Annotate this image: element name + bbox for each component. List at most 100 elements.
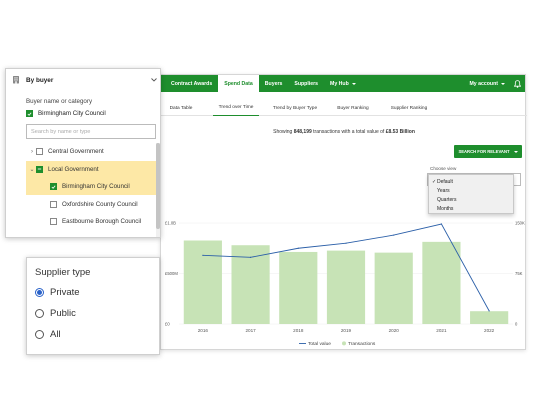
chevron-down-icon bbox=[351, 82, 356, 85]
legend-label-transactions: Transactions bbox=[348, 341, 376, 347]
tab-trend-by-buyer-type[interactable]: Trend by Buyer Type bbox=[267, 100, 323, 116]
tab-supplier-ranking[interactable]: Supplier Ranking bbox=[385, 100, 433, 116]
search-for-relevant-button[interactable]: SEARCH FOR RELEVANT bbox=[454, 145, 522, 158]
checkbox-icon[interactable] bbox=[50, 200, 57, 208]
bar-transactions-2021 bbox=[422, 241, 461, 324]
x-tick-label: 2017 bbox=[245, 328, 256, 333]
y-right-tick-label: 0 bbox=[515, 322, 518, 327]
selected-buyer-chip[interactable]: Birmingham City Council bbox=[26, 110, 106, 117]
x-tick-label: 2020 bbox=[389, 328, 400, 333]
bar-transactions-2018 bbox=[279, 251, 318, 324]
buyer-tree-label: Local Government bbox=[48, 165, 99, 173]
buyer-search-input[interactable]: Search by name or type bbox=[26, 124, 156, 139]
x-tick-label: 2022 bbox=[484, 328, 495, 333]
supplier-type-panel: Supplier type Private Public All bbox=[26, 257, 160, 355]
top-navigation: Contract Awards Spend Data Buyers Suppli… bbox=[161, 75, 525, 92]
buyer-tree-label: Oxfordshire County Council bbox=[62, 200, 138, 208]
results-summary: Showing 848,199 transactions with a tota… bbox=[161, 129, 527, 135]
bell-icon[interactable] bbox=[511, 75, 523, 92]
chevron-down-icon bbox=[501, 82, 505, 85]
checkbox-icon[interactable] bbox=[36, 148, 43, 155]
buyer-filter-panel: By buyer Buyer name or category Birmingh… bbox=[5, 68, 161, 238]
supplier-option-public[interactable]: Public bbox=[35, 308, 76, 319]
bar-transactions-2022 bbox=[470, 311, 509, 324]
summary-middle: transactions with a total value of bbox=[311, 129, 386, 135]
view-option-months[interactable]: Months bbox=[429, 204, 513, 213]
nav-my-hub-label: My Hub bbox=[330, 80, 349, 87]
checkbox-partial-icon[interactable] bbox=[36, 165, 43, 173]
view-option-default[interactable]: ✓ Default bbox=[429, 177, 513, 186]
supplier-option-label: Private bbox=[50, 287, 80, 298]
point-total-value-2022 bbox=[488, 310, 490, 312]
expand-toggle-icon[interactable]: › bbox=[28, 149, 36, 155]
radio-selected-icon bbox=[35, 288, 44, 297]
view-option-label: Default bbox=[437, 178, 453, 185]
y-left-tick-label: £1.0B bbox=[165, 221, 176, 226]
nav-contract-awards[interactable]: Contract Awards bbox=[165, 75, 218, 92]
supplier-option-private[interactable]: Private bbox=[35, 287, 80, 298]
chevron-down-icon bbox=[513, 150, 518, 153]
buyer-tree-label: Birmingham City Council bbox=[62, 183, 130, 190]
buyer-tree-item[interactable]: Eastbourne Borough Council bbox=[26, 213, 156, 230]
legend-swatch-transactions bbox=[342, 341, 346, 346]
bar-transactions-2016 bbox=[183, 240, 222, 324]
transaction-count: 848,199 bbox=[293, 129, 312, 135]
buyer-tree-label: Eastbourne Borough Council bbox=[62, 218, 142, 225]
tab-trend-over-time[interactable]: Trend over Time bbox=[213, 100, 259, 116]
y-right-tick-label: 150K bbox=[515, 221, 525, 226]
radio-icon bbox=[35, 330, 44, 339]
buyer-tree-item[interactable]: › Central Government bbox=[26, 143, 156, 160]
x-tick-label: 2019 bbox=[341, 328, 352, 333]
view-option-quarters[interactable]: Quarters bbox=[429, 195, 513, 204]
checkbox-checked-icon[interactable] bbox=[50, 183, 57, 190]
x-tick-label: 2016 bbox=[198, 328, 209, 333]
buyer-filter-header[interactable]: By buyer bbox=[6, 69, 160, 91]
point-total-value-2018 bbox=[297, 247, 299, 249]
nav-buyers[interactable]: Buyers bbox=[259, 75, 289, 92]
nav-spend-data[interactable]: Spend Data bbox=[218, 75, 259, 92]
screenshot-stage: Contract Awards Spend Data Buyers Suppli… bbox=[0, 0, 537, 402]
supplier-option-all[interactable]: All bbox=[35, 329, 61, 340]
buyer-tree-item[interactable]: ⌄ Local Government bbox=[26, 160, 156, 178]
total-value: £8.53 Billion bbox=[385, 129, 415, 135]
buyer-filter-title: By buyer bbox=[26, 76, 54, 84]
choose-view-label: Choose view bbox=[430, 166, 457, 171]
trend-chart: 2016 2017 2018 2019 2020 2021 2022 £1.0B £500M £0… bbox=[165, 221, 525, 348]
bar-transactions-2019 bbox=[326, 250, 366, 324]
supplier-type-title: Supplier type bbox=[35, 267, 91, 278]
supplier-option-label: Public bbox=[50, 308, 76, 319]
checkbox-icon[interactable] bbox=[50, 218, 57, 225]
building-icon bbox=[12, 75, 22, 86]
y-left-tick-label: £500M bbox=[165, 271, 178, 276]
nav-my-account[interactable]: My account bbox=[463, 75, 511, 92]
selected-buyer-label: Birmingham City Council bbox=[38, 110, 106, 117]
supplier-option-label: All bbox=[50, 329, 61, 340]
point-total-value-2017 bbox=[249, 256, 252, 258]
buyer-name-label: Buyer name or category bbox=[26, 98, 93, 105]
bar-transactions-2020 bbox=[374, 252, 413, 324]
spend-data-window: Contract Awards Spend Data Buyers Suppli… bbox=[160, 74, 527, 350]
nav-my-account-label: My account bbox=[469, 80, 498, 87]
point-total-value-2020 bbox=[393, 234, 395, 236]
checkbox-checked-icon bbox=[26, 110, 33, 117]
nav-my-hub[interactable]: My Hub bbox=[324, 75, 362, 92]
y-left-tick-label: £0 bbox=[165, 322, 170, 327]
view-option-years[interactable]: Years bbox=[429, 186, 513, 195]
expand-toggle-icon[interactable]: ⌄ bbox=[28, 166, 36, 173]
tab-buyer-ranking[interactable]: Buyer Ranking bbox=[331, 100, 375, 116]
buyer-tree-item[interactable]: Oxfordshire County Council bbox=[26, 196, 156, 213]
y-right-tick-label: 75K bbox=[515, 271, 523, 276]
x-tick-label: 2018 bbox=[293, 328, 304, 333]
point-total-value-2016 bbox=[202, 254, 204, 256]
tab-data-table[interactable]: Data Table bbox=[165, 100, 197, 116]
legend-label-total-value: Total value bbox=[308, 341, 331, 347]
summary-prefix: Showing bbox=[273, 129, 294, 135]
chevron-down-icon bbox=[151, 77, 157, 84]
buyer-tree: › Central Government ⌄ Local Government Birm… bbox=[26, 143, 156, 237]
nav-suppliers[interactable]: Suppliers bbox=[288, 75, 324, 92]
point-total-value-2021 bbox=[440, 223, 443, 225]
buyer-tree-item[interactable]: Birmingham City Council bbox=[26, 178, 156, 195]
scrollbar-thumb[interactable] bbox=[156, 143, 160, 229]
point-total-value-2019 bbox=[345, 242, 347, 244]
search-button-label: SEARCH FOR RELEVANT bbox=[458, 149, 510, 154]
